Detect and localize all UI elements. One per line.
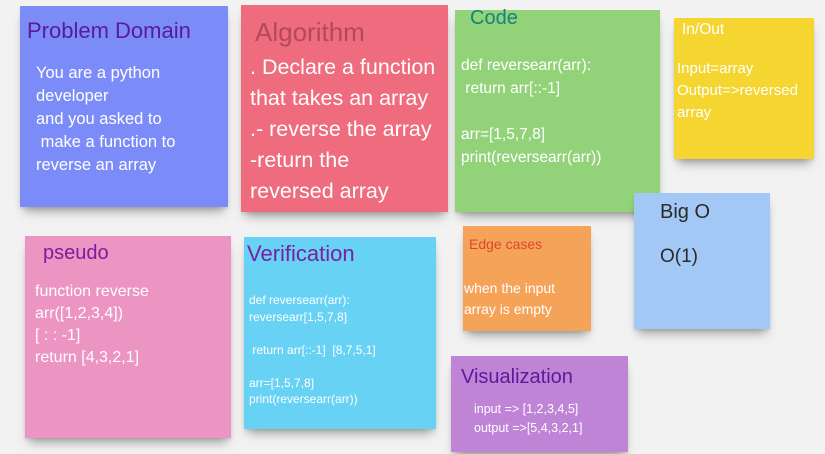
note-title: Big O	[660, 201, 711, 223]
sticky-note-visualization[interactable]: Visualization input => [1,2,3,4,5] output…	[451, 356, 628, 452]
note-line: reversed array	[250, 179, 389, 203]
sticky-note-verification[interactable]: Verification def reversearr(arr): reverse…	[244, 237, 436, 429]
note-line: O(1)	[660, 246, 698, 267]
note-line: def reversearr(arr):	[249, 293, 350, 307]
note-line: that takes an array	[250, 86, 429, 110]
note-line: Output=>reversed	[677, 82, 798, 99]
note-body: O(1)	[660, 245, 698, 269]
note-title: In/Out	[682, 21, 725, 38]
note-title: Verification	[247, 241, 355, 266]
note-line: arr=[1,5,7,8]	[249, 375, 315, 390]
note-line: return arr[::-1] [8,7,5,1]	[249, 342, 376, 357]
note-line: .- reverse the array	[250, 117, 432, 141]
note-line: function reverse	[35, 283, 149, 300]
note-body: function reverse arr([1,2,3,4]) [ : : -1] r…	[35, 281, 149, 369]
note-title: Problem Domain	[27, 18, 191, 43]
note-line: output =>[5,4,3,2,1]	[474, 421, 583, 435]
note-line: array is empty	[464, 301, 552, 317]
note-body: def reversearr(arr): return arr[::-1] ar…	[461, 54, 601, 169]
sticky-note-pseudo[interactable]: pseudo function reverse arr([1,2,3,4]) [ :…	[25, 236, 231, 438]
note-line: when the input	[464, 280, 556, 296]
sticky-note-big-o[interactable]: Big O O(1)	[634, 193, 770, 329]
note-body: input => [1,2,3,4,5] output =>[5,4,3,2,1]	[474, 400, 582, 438]
note-line: -return the	[250, 148, 350, 172]
sticky-note-problem-domain[interactable]: Problem Domain You are a python developer…	[20, 6, 228, 207]
note-line: Input=array	[677, 60, 754, 77]
sticky-note-algorithm[interactable]: Algorithm . Declare a function that takes…	[241, 5, 448, 212]
note-title: Edge cases	[469, 236, 543, 252]
note-line: make a function to	[36, 133, 176, 151]
note-line: return arr[::-1]	[461, 80, 561, 97]
note-line: print(reversearr(arr))	[461, 149, 602, 166]
note-title: pseudo	[43, 242, 109, 264]
note-line: arr=[1,5,7,8]	[461, 126, 546, 143]
note-line	[461, 100, 601, 123]
note-body: . Declare a function that takes an array.…	[250, 52, 435, 207]
note-line: reversearr[1,5,7,8]	[249, 309, 348, 324]
note-body: You are a python developer and you asked t…	[36, 62, 175, 177]
note-line	[249, 358, 376, 375]
note-line: developer	[36, 87, 109, 105]
note-line: [ : : -1]	[35, 327, 81, 344]
note-line: def reversearr(arr):	[461, 57, 592, 74]
note-title: Visualization	[461, 366, 573, 388]
note-line: return [4,3,2,1]	[35, 349, 140, 366]
note-line: . Declare a function	[250, 55, 436, 79]
sticky-note-edge-cases[interactable]: Edge cases when the input array is empty	[463, 226, 591, 331]
note-title: Code	[470, 7, 518, 29]
note-title: Algorithm	[255, 17, 365, 47]
note-line: reverse an array	[36, 156, 157, 174]
note-line: and you asked to	[36, 110, 162, 128]
sticky-note-code[interactable]: Code def reversearr(arr): return arr[::-…	[455, 7, 660, 212]
note-line: You are a python	[36, 64, 161, 82]
note-body: def reversearr(arr): reversearr[1,5,7,8] …	[249, 292, 376, 408]
note-body: when the input array is empty	[464, 278, 555, 320]
sticky-note-in-out[interactable]: In/Out Input=array Output=>reversed array	[674, 18, 814, 159]
note-body: Input=array Output=>reversed array	[677, 58, 798, 124]
note-line: arr([1,2,3,4])	[35, 305, 124, 322]
note-line	[249, 325, 376, 342]
note-line: input => [1,2,3,4,5]	[474, 402, 579, 416]
note-line: array	[677, 104, 712, 121]
note-line: print(reversearr(arr))	[249, 392, 358, 406]
